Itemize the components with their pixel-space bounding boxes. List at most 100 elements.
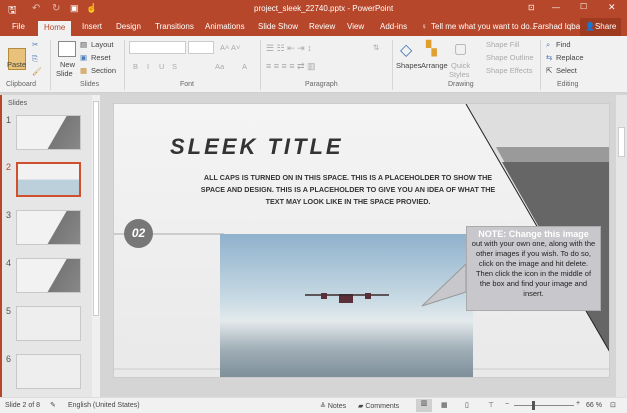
status-bar: Slide 2 of 8 ✎ English (United States) ≜… bbox=[0, 397, 627, 413]
select-button[interactable]: Select bbox=[556, 66, 577, 75]
tab-add-ins[interactable]: Add-ins bbox=[380, 22, 407, 31]
slide-number: 3 bbox=[6, 210, 12, 220]
ribbon-display-icon[interactable]: ⊡ bbox=[528, 3, 535, 12]
notes-button[interactable]: ≜ Notes bbox=[320, 402, 346, 410]
tell-me-search[interactable]: Tell me what you want to do... bbox=[431, 22, 536, 31]
language-indicator[interactable]: English (United States) bbox=[68, 402, 140, 409]
font-size-input[interactable] bbox=[188, 41, 214, 54]
touch-mode-icon[interactable]: ☝ bbox=[86, 3, 97, 14]
align-icons[interactable]: ≡ ≡ ≡ ≡ ⇄ ▥ bbox=[266, 61, 316, 72]
reading-view-button[interactable]: ▯ bbox=[465, 401, 469, 409]
replace-button[interactable]: Replace bbox=[556, 53, 584, 62]
close-icon[interactable]: ✕ bbox=[608, 2, 616, 13]
new-slide-button[interactable]: New bbox=[60, 60, 75, 69]
fit-to-window-icon[interactable]: ⊡ bbox=[610, 401, 616, 409]
format-painter-icon[interactable]: 🖌 bbox=[32, 67, 42, 76]
slide-canvas[interactable]: SLEEK TITLE ALL CAPS IS TURNED ON IN THI… bbox=[113, 103, 610, 378]
zoom-slider[interactable] bbox=[514, 401, 574, 410]
tab-home[interactable]: Home bbox=[38, 21, 72, 36]
notes-label: Notes bbox=[327, 403, 347, 410]
group-editing: Editing bbox=[557, 81, 579, 88]
slide-sorter-button[interactable]: ▦ bbox=[441, 401, 448, 409]
group-slides: Slides bbox=[80, 81, 100, 88]
tab-design[interactable]: Design bbox=[116, 22, 141, 31]
maximize-icon[interactable]: ☐ bbox=[580, 2, 587, 11]
zoom-out-button[interactable]: − bbox=[505, 401, 509, 408]
font-name-input[interactable] bbox=[129, 41, 186, 54]
italic-button[interactable]: I bbox=[147, 62, 149, 71]
new-slide-icon[interactable] bbox=[58, 41, 76, 57]
bold-button[interactable]: B bbox=[133, 62, 138, 71]
spell-check-icon[interactable]: ✎ bbox=[50, 401, 56, 409]
note-callout[interactable]: NOTE: Change this image out with your ow… bbox=[466, 226, 601, 311]
paste-button[interactable]: Paste bbox=[7, 60, 26, 69]
select-icon: ⇱ bbox=[546, 66, 553, 75]
strikethrough-button[interactable]: S bbox=[172, 62, 177, 71]
slide-thumbnail[interactable] bbox=[16, 354, 81, 389]
arrange-button[interactable]: Arrange bbox=[421, 61, 448, 70]
arrange-icon: ▚ bbox=[426, 40, 437, 56]
slide-thumbnail[interactable] bbox=[16, 258, 81, 293]
cut-icon[interactable]: ✂ bbox=[32, 40, 38, 49]
bullets-icon[interactable]: ☰ ☷ ⇤ ⇥ ↕ bbox=[266, 43, 312, 54]
callout-pointer bbox=[421, 264, 467, 307]
layout-button[interactable]: Layout bbox=[91, 40, 114, 49]
tab-slide-show[interactable]: Slide Show bbox=[258, 22, 298, 31]
user-name[interactable]: Farshad Iqbal bbox=[533, 22, 582, 31]
slide-number: 2 bbox=[6, 162, 12, 172]
slide-thumbnail[interactable] bbox=[16, 210, 81, 245]
reset-button[interactable]: Reset bbox=[91, 53, 111, 62]
redo-icon[interactable]: ↻ bbox=[52, 3, 60, 14]
tab-insert[interactable]: Insert bbox=[82, 22, 102, 31]
slide-thumbnail[interactable] bbox=[16, 115, 81, 150]
font-color-icon[interactable]: A bbox=[242, 62, 247, 71]
slide-number: 1 bbox=[6, 115, 12, 125]
lightbulb-icon: ♀ bbox=[421, 22, 427, 31]
slideshow-button[interactable]: ⊤ bbox=[488, 401, 494, 409]
start-from-beginning-icon[interactable]: ▣ bbox=[70, 3, 79, 14]
slide-body-text[interactable]: ALL CAPS IS TURNED ON IN THIS SPACE. THI… bbox=[198, 172, 498, 208]
quick-styles-button[interactable]: Quick bbox=[451, 61, 470, 70]
underline-button[interactable]: U bbox=[159, 62, 164, 71]
shapes-button[interactable]: Shapes bbox=[396, 61, 421, 70]
zoom-level[interactable]: 66 % bbox=[586, 402, 602, 409]
shape-effects-button[interactable]: Shape Effects bbox=[486, 66, 533, 75]
slide-title[interactable]: SLEEK TITLE bbox=[170, 134, 344, 160]
group-clipboard: Clipboard bbox=[6, 81, 36, 88]
new-slide-dropdown[interactable]: Slide bbox=[56, 69, 73, 78]
copy-icon[interactable]: ⎘ bbox=[32, 54, 38, 64]
title-bar: 🖫 ↶ ↻ ▣ ☝ project_sleek_22740.pptx - Pow… bbox=[0, 0, 627, 18]
tab-animations[interactable]: Animations bbox=[205, 22, 245, 31]
change-case-button[interactable]: Aa bbox=[215, 62, 224, 71]
drone-icon bbox=[305, 293, 389, 303]
normal-view-button[interactable]: ▥ bbox=[416, 399, 432, 412]
tab-file[interactable]: File bbox=[12, 22, 25, 31]
tab-view[interactable]: View bbox=[347, 22, 364, 31]
main-scrollbar[interactable] bbox=[616, 95, 627, 397]
group-paragraph: Paragraph bbox=[305, 81, 338, 88]
group-font: Font bbox=[180, 81, 195, 88]
tab-review[interactable]: Review bbox=[309, 22, 335, 31]
slide-thumbnail-selected[interactable] bbox=[16, 162, 81, 197]
grow-font-icon[interactable]: A˄ A˅ bbox=[220, 43, 240, 52]
shape-fill-button[interactable]: Shape Fill bbox=[486, 40, 519, 49]
comments-label: Comments bbox=[365, 403, 400, 410]
undo-icon[interactable]: ↶ bbox=[32, 3, 40, 14]
share-button[interactable]: 👤Share bbox=[580, 18, 622, 36]
quick-styles-icon: ▢ bbox=[454, 40, 468, 56]
zoom-in-button[interactable]: + bbox=[576, 400, 580, 407]
minimize-icon[interactable]: — bbox=[552, 3, 560, 12]
text-direction-icon[interactable]: ⇅ bbox=[373, 43, 379, 52]
find-button[interactable]: Find bbox=[556, 40, 571, 49]
shape-outline-button[interactable]: Shape Outline bbox=[486, 53, 534, 62]
slide-number-badge: 02 bbox=[124, 219, 153, 248]
panel-scrollbar[interactable] bbox=[92, 95, 100, 397]
section-button[interactable]: Section bbox=[91, 66, 116, 75]
slide-number: 6 bbox=[6, 354, 12, 364]
slide-thumbnail[interactable] bbox=[16, 306, 81, 341]
comments-button[interactable]: ▰ Comments bbox=[358, 402, 399, 410]
share-label: Share bbox=[594, 22, 617, 31]
tab-transitions[interactable]: Transitions bbox=[155, 22, 194, 31]
group-drawing: Drawing bbox=[448, 81, 474, 88]
zoom-slider-thumb[interactable] bbox=[531, 401, 535, 410]
